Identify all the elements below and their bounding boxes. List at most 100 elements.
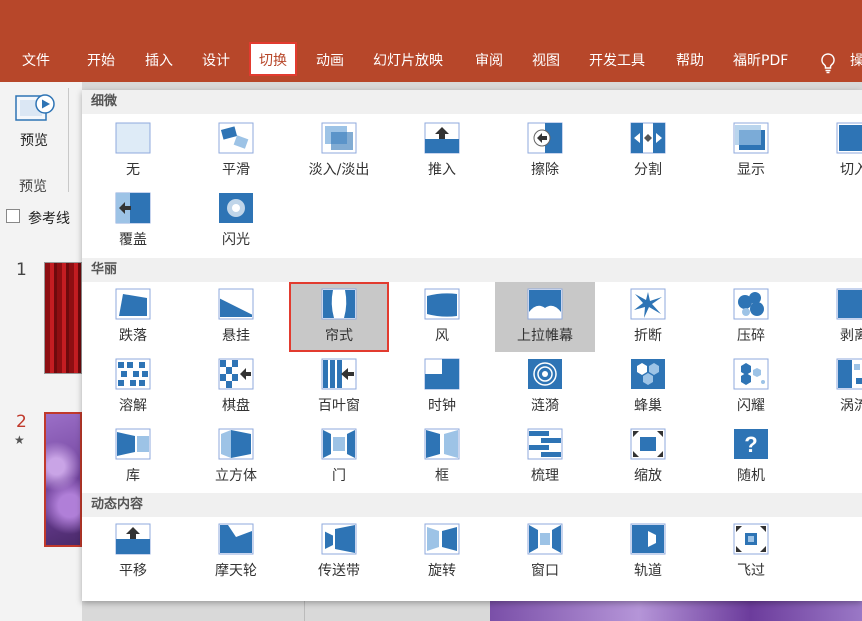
transition-label: 擦除 <box>531 162 559 178</box>
transition-item[interactable]: 时钟 <box>392 352 492 422</box>
transition-item[interactable]: 显示 <box>701 116 801 186</box>
split-icon <box>630 122 666 154</box>
transition-item[interactable]: 缩放 <box>598 422 698 492</box>
tab-insert[interactable]: 插入 <box>145 40 173 82</box>
transition-item[interactable]: 折断 <box>598 282 698 352</box>
transition-label: 门 <box>332 468 346 484</box>
transition-item[interactable]: 悬挂 <box>186 282 286 352</box>
transition-label: 框 <box>435 468 449 484</box>
tab-slideshow[interactable]: 幻灯片放映 <box>373 40 443 82</box>
tab-developer[interactable]: 开发工具 <box>589 40 645 82</box>
left-panel: 预览 预览 参考线 1 2 ★ <box>0 82 82 621</box>
transition-item[interactable]: 擦除 <box>495 116 595 186</box>
conveyor-icon <box>321 523 357 555</box>
preview-button-label[interactable]: 预览 <box>20 130 48 150</box>
transition-label: 折断 <box>634 328 662 344</box>
transition-item[interactable]: 上拉帷幕 <box>495 282 595 352</box>
transition-item[interactable]: 框 <box>392 422 492 492</box>
checkerboard-icon <box>218 358 254 390</box>
transition-label: 时钟 <box>428 398 456 414</box>
transition-item[interactable]: 压碎 <box>701 282 801 352</box>
guides-checkbox[interactable] <box>6 209 20 223</box>
transition-item[interactable]: 平滑 <box>186 116 286 186</box>
transition-label: 切入 <box>840 162 862 178</box>
transition-label: 百叶窗 <box>318 398 360 414</box>
guides-label[interactable]: 参考线 <box>28 208 70 228</box>
tab-transitions[interactable]: 切换 <box>249 42 297 76</box>
transition-item[interactable]: 闪耀 <box>701 352 801 422</box>
transition-item[interactable]: 库 <box>83 422 183 492</box>
transition-item[interactable]: 旋转 <box>392 517 492 587</box>
prestige-icon <box>527 288 563 320</box>
slide-thumbnail-2[interactable] <box>44 412 82 547</box>
transition-item[interactable]: 剥离 <box>804 282 862 352</box>
transition-label: 涡流 <box>840 398 862 414</box>
tab-design[interactable]: 设计 <box>202 40 230 82</box>
transition-item[interactable]: 传送带 <box>289 517 389 587</box>
transition-item[interactable]: 风 <box>392 282 492 352</box>
tab-animations[interactable]: 动画 <box>316 40 344 82</box>
transition-item[interactable]: 摩天轮 <box>186 517 286 587</box>
tab-review[interactable]: 审阅 <box>475 40 503 82</box>
box-icon <box>424 428 460 460</box>
transition-item[interactable]: 涡流 <box>804 352 862 422</box>
transition-item[interactable]: 窗口 <box>495 517 595 587</box>
lightbulb-icon[interactable] <box>819 52 837 74</box>
cube-icon <box>218 428 254 460</box>
tab-foxit-pdf[interactable]: 福昕PDF <box>733 40 788 82</box>
transition-item[interactable]: 蜂巢 <box>598 352 698 422</box>
ferris-wheel-icon <box>218 523 254 555</box>
tab-view[interactable]: 视图 <box>532 40 560 82</box>
transition-item[interactable]: 分割 <box>598 116 698 186</box>
transition-label: 涟漪 <box>531 398 559 414</box>
transition-item[interactable]: 淡入/淡出 <box>289 116 389 186</box>
transition-item[interactable]: 棋盘 <box>186 352 286 422</box>
transition-label: 平滑 <box>222 162 250 178</box>
transition-item[interactable]: 推入 <box>392 116 492 186</box>
transition-label: 旋转 <box>428 563 456 579</box>
transition-item[interactable]: 溶解 <box>83 352 183 422</box>
preview-play-icon[interactable] <box>14 92 56 126</box>
transition-label: 摩天轮 <box>215 563 257 579</box>
vortex-icon <box>836 358 862 390</box>
transition-label: 闪耀 <box>737 398 765 414</box>
preview-group: 预览 预览 <box>0 82 70 195</box>
orbit-icon <box>630 523 666 555</box>
ribbon-tab-bar: 文件 开始 插入 设计 切换 动画 幻灯片放映 审阅 视图 开发工具 帮助 福昕… <box>0 40 862 82</box>
zoom-icon <box>630 428 666 460</box>
transition-item[interactable]: ? 随机 <box>701 422 801 492</box>
transition-label: 立方体 <box>215 468 257 484</box>
transition-label: 帘式 <box>325 328 353 344</box>
transition-item[interactable]: 跌落 <box>83 282 183 352</box>
transition-item[interactable]: 轨道 <box>598 517 698 587</box>
transition-item[interactable]: 涟漪 <box>495 352 595 422</box>
transition-item[interactable]: 门 <box>289 422 389 492</box>
transition-item[interactable]: 梳理 <box>495 422 595 492</box>
animation-star-icon: ★ <box>14 433 25 447</box>
transition-item[interactable]: 切入 <box>804 116 862 186</box>
transition-item[interactable]: 闪光 <box>186 186 286 256</box>
title-bar <box>0 0 862 40</box>
transition-item[interactable]: 帘式 <box>289 282 389 352</box>
transition-label: 飞过 <box>737 563 765 579</box>
tab-help[interactable]: 帮助 <box>676 40 704 82</box>
tab-file[interactable]: 文件 <box>22 40 50 82</box>
transition-label: 推入 <box>428 162 456 178</box>
tab-home[interactable]: 开始 <box>87 40 115 82</box>
blinds-icon <box>321 358 357 390</box>
transition-item[interactable]: 平移 <box>83 517 183 587</box>
transition-label: 淡入/淡出 <box>308 162 370 178</box>
tell-me-search[interactable]: 操 <box>850 40 862 82</box>
random-icon: ? <box>733 428 769 460</box>
transition-item[interactable]: 立方体 <box>186 422 286 492</box>
transition-item[interactable]: 无 <box>83 116 183 186</box>
transition-item[interactable]: 覆盖 <box>83 186 183 256</box>
transition-label: 随机 <box>737 468 765 484</box>
transition-label: 窗口 <box>531 563 559 579</box>
transition-label: 显示 <box>737 162 765 178</box>
slide-thumbnail-1[interactable] <box>44 262 82 374</box>
transition-item[interactable]: 飞过 <box>701 517 801 587</box>
curtains-icon <box>321 288 357 320</box>
transition-item[interactable]: 百叶窗 <box>289 352 389 422</box>
transition-label: 溶解 <box>119 398 147 414</box>
